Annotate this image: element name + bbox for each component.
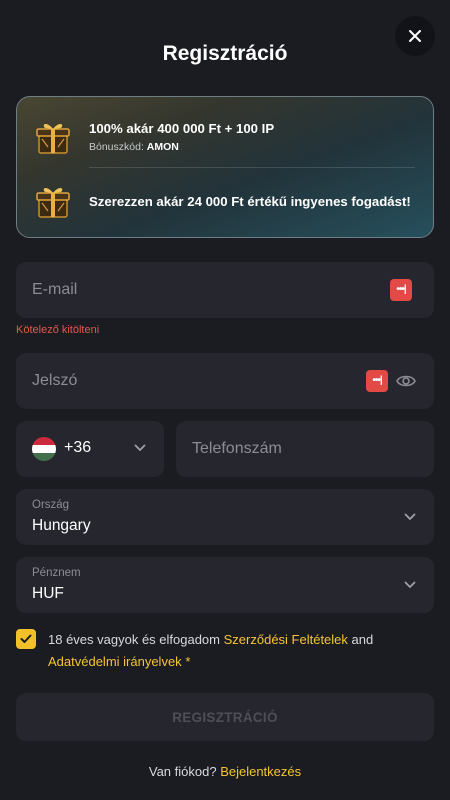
bonus-freebet-row: Szerezzen akár 24 000 Ft értékű ingyenes… — [17, 175, 433, 227]
login-prompt: Van fiókod? Bejelentkezés — [0, 764, 450, 779]
bonus-card: 100% akár 400 000 Ft + 100 IP Bónuszkód:… — [16, 96, 434, 238]
bonus-offer-row: 100% akár 400 000 Ft + 100 IP Bónuszkód:… — [17, 111, 433, 163]
check-icon — [20, 634, 32, 643]
close-icon — [409, 30, 421, 42]
register-button[interactable]: REGISZTRÁCIÓ — [16, 693, 434, 741]
bonus-freebet-text: Szerezzen akár 24 000 Ft értékű ingyenes… — [89, 193, 411, 209]
phone-code-value: +36 — [64, 439, 92, 456]
gift-icon — [36, 123, 70, 154]
has-account-text: Van fiókod? — [148, 764, 217, 779]
chevron-down-icon — [404, 581, 416, 588]
password-manager-icon[interactable]: •••| — [366, 370, 388, 392]
currency-label: Pénznem — [32, 567, 81, 579]
currency-select[interactable]: Pénznem HUF — [16, 557, 434, 613]
terms-checkbox[interactable] — [16, 629, 36, 649]
email-field[interactable]: E-mail •••| — [16, 262, 434, 318]
chevron-down-icon — [134, 444, 146, 451]
phone-number-field[interactable]: Telefonszám — [176, 421, 434, 477]
password-manager-icon[interactable]: •••| — [390, 279, 412, 301]
bonus-divider — [89, 167, 415, 168]
bonus-code-label: Bónuszkód: — [89, 141, 144, 153]
page-title: Regisztráció — [162, 42, 288, 65]
phone-country-code-select[interactable]: +36 — [16, 421, 164, 477]
terms-text: 18 éves vagyok és elfogadom Szerződési F… — [48, 629, 418, 673]
terms-link[interactable]: Szerződési Feltételek — [224, 632, 348, 647]
terms-and: and — [351, 632, 374, 647]
email-placeholder: E-mail — [32, 281, 78, 298]
required-mark: * — [185, 654, 191, 669]
currency-value: HUF — [32, 585, 64, 602]
chevron-down-icon — [404, 513, 416, 520]
phone-placeholder: Telefonszám — [192, 440, 282, 457]
email-error-message: Kötelező kitölteni — [16, 324, 100, 336]
gift-icon — [36, 187, 70, 218]
eye-icon[interactable] — [396, 371, 416, 391]
country-select[interactable]: Ország Hungary — [16, 489, 434, 545]
country-label: Ország — [32, 499, 70, 511]
bonus-code-value: AMON — [146, 141, 179, 153]
terms-prefix: 18 éves vagyok és elfogadom — [48, 632, 220, 647]
hungary-flag-icon — [32, 437, 56, 461]
bonus-code-line: Bónuszkód: AMON — [89, 141, 423, 153]
password-field[interactable]: Jelszó •••| — [16, 353, 434, 409]
privacy-link[interactable]: Adatvédelmi irányelvek — [48, 654, 182, 669]
country-value: Hungary — [32, 517, 91, 534]
bonus-offer-text: 100% akár 400 000 Ft + 100 IP — [89, 121, 275, 136]
login-link[interactable]: Bejelentkezés — [220, 764, 301, 779]
password-placeholder: Jelszó — [32, 372, 78, 389]
